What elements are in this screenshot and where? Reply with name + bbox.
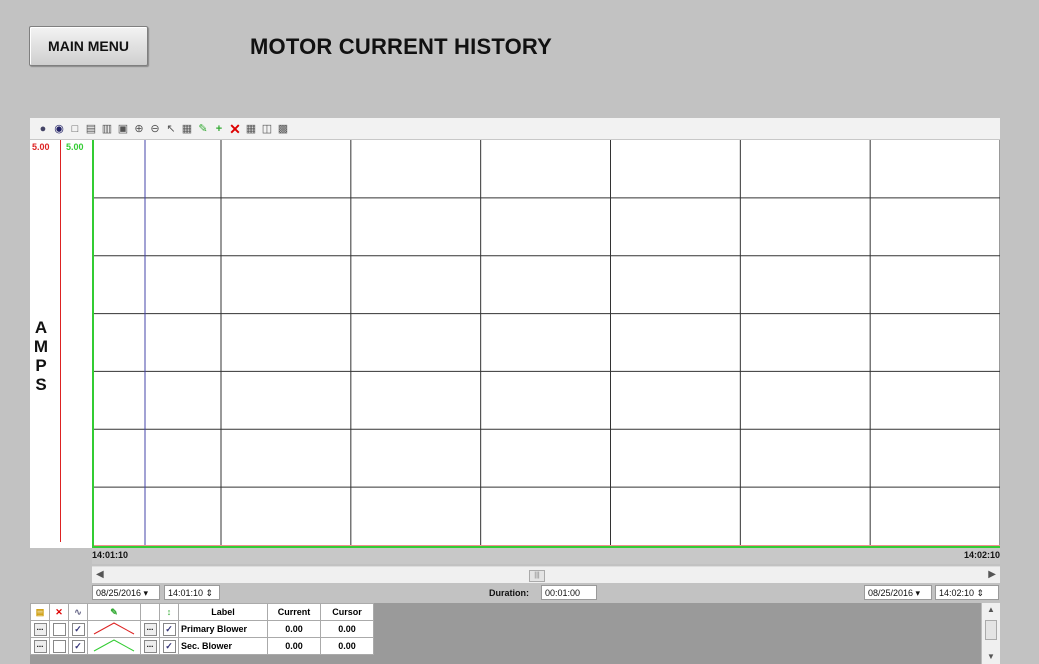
cursor-icon[interactable]: ↖ — [164, 122, 178, 136]
grid-icon[interactable]: ▦ — [244, 122, 258, 136]
duration-field[interactable]: 00:01:00 — [541, 585, 597, 600]
scroll-right-icon[interactable]: ▶ — [988, 569, 996, 580]
scroll-thumb[interactable]: ||| — [529, 570, 545, 582]
cursor-column-header: Cursor — [320, 603, 374, 621]
sort-icon[interactable]: ↕ — [159, 603, 179, 621]
pen-legend-table: ▤ ✕ ∿ ✎ ↕ Label Current Cursor ... ✓ ...… — [30, 603, 374, 655]
export-icon[interactable]: ▩ — [276, 122, 290, 136]
y-axis-letter: S — [35, 375, 47, 394]
pen-legend: ▤ ✕ ∿ ✎ ↕ Label Current Cursor ... ✓ ...… — [30, 603, 1000, 664]
duration-value: 00:01:00 — [545, 588, 581, 598]
zoom-in-icon[interactable]: ⊕ — [132, 122, 146, 136]
x-axis-labels: 14:01:10 14:02:10 — [92, 548, 1000, 564]
pen-options-button[interactable]: ... — [140, 637, 160, 655]
zoom-fit-icon[interactable]: ▣ — [116, 122, 130, 136]
end-time-spinner[interactable]: 14:02:10 ⇕ — [935, 585, 999, 600]
label-column-header: Label — [178, 603, 268, 621]
legend-scrollbar[interactable]: ▲ ▼ — [981, 603, 1000, 664]
pen-label: Sec. Blower — [178, 637, 268, 655]
y-axis-letter: M — [33, 337, 49, 356]
y-axis-letter: A — [34, 318, 48, 337]
x-axis-end-label: 14:02:10 — [963, 550, 1000, 560]
y-axis-label: A M P S — [33, 318, 49, 394]
table-row[interactable]: ... ✓ ... ✓ Primary Blower 0.00 0.00 — [30, 620, 374, 638]
pen-label: Primary Blower — [178, 620, 268, 638]
current-column-header: Current — [267, 603, 321, 621]
main-menu-button[interactable]: MAIN MENU — [29, 26, 148, 66]
table-row[interactable]: ... ✓ ... ✓ Sec. Blower 0.00 0.00 — [30, 637, 374, 655]
delete-icon[interactable]: ✕ — [228, 122, 242, 136]
layout-icon[interactable]: ◫ — [260, 122, 274, 136]
scroll-up-icon[interactable]: ▲ — [982, 605, 1000, 614]
pen1-axis-line — [60, 140, 61, 542]
pen-enabled-checkbox[interactable]: ✓ — [159, 620, 179, 638]
zoom-out-icon[interactable]: ⊖ — [148, 122, 162, 136]
scroll-down-icon[interactable]: ▼ — [982, 652, 1000, 661]
start-time-spinner[interactable]: 14:01:10 ⇕ — [164, 585, 220, 600]
plot-grid — [92, 140, 1000, 545]
add-icon[interactable]: + — [212, 122, 226, 136]
pen-current-value: 0.00 — [267, 620, 321, 638]
zoom-y-icon[interactable]: ▥ — [100, 122, 114, 136]
pen-visible-checkbox[interactable]: ✓ — [68, 637, 88, 655]
end-time-value: 14:02:10 — [939, 588, 975, 598]
pen-edit-button[interactable]: ... — [30, 620, 50, 638]
pen-cursor-value: 0.00 — [320, 620, 374, 638]
zoom-box-icon[interactable]: □ — [68, 122, 82, 136]
pen-edit-button[interactable]: ... — [30, 637, 50, 655]
end-date-value: 08/25/2016 — [868, 588, 914, 598]
pen-options-button[interactable]: ... — [140, 620, 160, 638]
y-axis-letter: P — [35, 356, 47, 375]
start-date-picker[interactable]: 08/25/2016 ▾ — [92, 585, 160, 600]
time-scrollbar[interactable]: ◀ ||| ▶ — [92, 566, 1000, 583]
legend-scroll-thumb[interactable] — [985, 620, 997, 640]
visibility-icon[interactable]: ∿ — [68, 603, 88, 621]
play-icon[interactable]: ● — [36, 122, 50, 136]
start-time-value: 14:01:10 — [168, 588, 204, 598]
zoom-x-icon[interactable]: ▤ — [84, 122, 98, 136]
y-axis-max-pen2: 5.00 — [66, 142, 84, 152]
folder-icon[interactable]: ▤ — [30, 603, 50, 621]
remove-pen-icon[interactable]: ✕ — [49, 603, 69, 621]
pen-settings-header — [140, 603, 160, 621]
scroll-left-icon[interactable]: ◀ — [96, 569, 104, 580]
start-date-value: 08/25/2016 — [96, 588, 142, 598]
pen-icon[interactable]: ✎ — [196, 122, 210, 136]
end-date-picker[interactable]: 08/25/2016 ▾ — [864, 585, 932, 600]
trend-toolbar: ● ◉ □ ▤ ▥ ▣ ⊕ ⊖ ↖ ▦ ✎ + ✕ ▦ ◫ ▩ — [30, 118, 1000, 140]
pen-visible-checkbox[interactable]: ✓ — [68, 620, 88, 638]
pen-style-preview — [87, 637, 141, 655]
duration-label: Duration: — [489, 588, 529, 598]
trend-plot-area[interactable] — [92, 140, 1000, 548]
pen-select-checkbox[interactable] — [49, 637, 69, 655]
y-axis-max-pen1: 5.00 — [32, 142, 50, 152]
pen-select-checkbox[interactable] — [49, 620, 69, 638]
pause-icon[interactable]: ◉ — [52, 122, 66, 136]
pen-style-preview — [87, 620, 141, 638]
pen-style-icon[interactable]: ✎ — [87, 603, 141, 621]
time-range-bar: 08/25/2016 ▾ 14:01:10 ⇕ Duration: 00:01:… — [92, 584, 1000, 602]
legend-icon[interactable]: ▦ — [180, 122, 194, 136]
x-axis-start-label: 14:01:10 — [92, 550, 129, 560]
pen-enabled-checkbox[interactable]: ✓ — [159, 637, 179, 655]
pen-cursor-value: 0.00 — [320, 637, 374, 655]
page-title: MOTOR CURRENT HISTORY — [250, 34, 553, 59]
pen-current-value: 0.00 — [267, 637, 321, 655]
